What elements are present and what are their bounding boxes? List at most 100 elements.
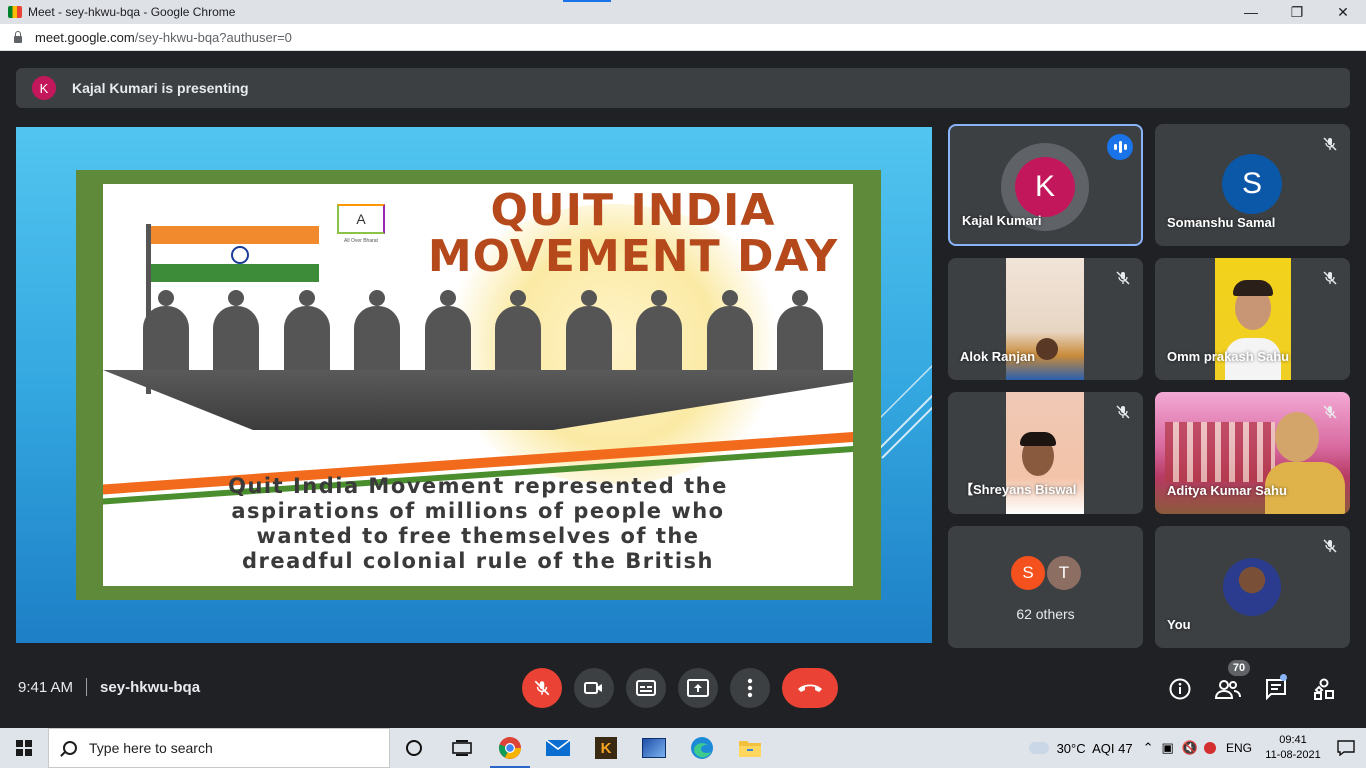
address-bar[interactable]: meet.google.com/sey-hkwu-bqa?authuser=0 bbox=[0, 24, 1366, 51]
slide-content: A All Over Bharat QUIT INDIA MOVEMENT DA… bbox=[103, 184, 853, 586]
participant-name: Somanshu Samal bbox=[1167, 215, 1276, 230]
avatar: S bbox=[1222, 154, 1282, 214]
chat-icon bbox=[1266, 679, 1286, 700]
participant-name: 【Shreyans Biswal bbox=[960, 482, 1077, 497]
leave-call-button[interactable] bbox=[782, 668, 838, 708]
activities-button[interactable] bbox=[1311, 676, 1337, 702]
taskbar-app-k[interactable]: K bbox=[582, 728, 630, 768]
meeting-details-button[interactable] bbox=[1167, 676, 1193, 702]
separator bbox=[86, 678, 88, 696]
weather-widget[interactable]: 30°C AQI 47 bbox=[1057, 741, 1133, 756]
quote-line-1: Quit India Movement represented the bbox=[228, 474, 728, 498]
speaking-indicator-icon bbox=[1107, 134, 1133, 160]
folder-icon bbox=[739, 741, 761, 757]
present-now-button[interactable] bbox=[678, 668, 718, 708]
participant-tile-shreyans-biswal[interactable]: 【Shreyans Biswal bbox=[948, 392, 1143, 514]
close-window-button[interactable]: ✕ bbox=[1320, 0, 1366, 24]
chrome-icon bbox=[499, 737, 521, 759]
mic-off-icon bbox=[1322, 136, 1338, 152]
slide-heading-line-1: QUIT INDIA bbox=[490, 185, 776, 236]
others-avatar-s: S bbox=[1009, 554, 1047, 592]
tab-accent bbox=[563, 0, 611, 2]
captions-button[interactable] bbox=[626, 668, 666, 708]
taskbar-clock[interactable]: 09:41 11-08-2021 bbox=[1260, 733, 1326, 763]
antivirus-tray-icon[interactable] bbox=[1203, 742, 1216, 754]
participant-tile-you[interactable]: You bbox=[1155, 526, 1350, 648]
participant-tile-alok-ranjan[interactable]: Alok Ranjan bbox=[948, 258, 1143, 380]
participant-name: Aditya Kumar Sahu bbox=[1167, 483, 1287, 498]
quote-line-3: wanted to free themselves of the bbox=[256, 524, 700, 548]
taskbar-search-placeholder: Type here to search bbox=[89, 740, 213, 756]
network-icon[interactable]: ▣ bbox=[1162, 740, 1174, 756]
slide-heading-line-2: MOVEMENT DAY bbox=[427, 231, 839, 282]
captions-icon bbox=[636, 680, 656, 696]
mic-off-icon bbox=[534, 680, 550, 696]
volume-muted-icon[interactable]: 🔇 bbox=[1182, 740, 1198, 756]
participant-tile-others[interactable]: S T 62 others bbox=[948, 526, 1143, 648]
participant-name: Omm prakash Sahu bbox=[1167, 349, 1290, 364]
india-flag bbox=[151, 226, 319, 282]
others-avatar-t: T bbox=[1045, 554, 1083, 592]
meeting-code: sey-hkwu-bqa bbox=[100, 678, 201, 696]
lock-icon[interactable] bbox=[13, 31, 23, 43]
more-options-button[interactable] bbox=[730, 668, 770, 708]
slide-heading: QUIT INDIA MOVEMENT DAY bbox=[413, 188, 853, 280]
mic-off-icon bbox=[1322, 538, 1338, 554]
meeting-time: 9:41 AM bbox=[18, 678, 74, 696]
hang-up-icon bbox=[798, 684, 822, 692]
presenting-text: Kajal Kumari is presenting bbox=[72, 80, 249, 96]
chat-notification-dot bbox=[1280, 674, 1287, 681]
clock-time: 09:41 bbox=[1279, 734, 1307, 746]
participant-tile-kajal-kumari[interactable]: K Kajal Kumari bbox=[948, 124, 1143, 246]
cortana-button[interactable] bbox=[390, 728, 438, 768]
participant-name: Alok Ranjan bbox=[960, 349, 1036, 364]
activities-icon bbox=[1314, 678, 1334, 700]
taskbar-file-explorer[interactable] bbox=[726, 728, 774, 768]
participant-tile-somanshu-samal[interactable]: S Somanshu Samal bbox=[1155, 124, 1350, 246]
edge-icon bbox=[691, 737, 713, 759]
start-button[interactable] bbox=[0, 728, 48, 768]
slide-decoration-lines bbox=[876, 364, 932, 459]
camera-icon bbox=[584, 682, 602, 694]
self-avatar-photo bbox=[1223, 558, 1281, 616]
people-icon bbox=[1215, 680, 1241, 699]
freedom-fighters-illustration bbox=[143, 290, 823, 376]
participant-tile-omm-prakash-sahu[interactable]: Omm prakash Sahu bbox=[1155, 258, 1350, 380]
notifications-icon[interactable] bbox=[1326, 740, 1366, 756]
presenter-avatar: K bbox=[32, 76, 56, 100]
presentation-screen[interactable]: A All Over Bharat QUIT INDIA MOVEMENT DA… bbox=[16, 127, 932, 643]
app-k-icon: K bbox=[595, 737, 617, 759]
url-host: meet.google.com bbox=[35, 29, 135, 45]
restore-button[interactable]: ❐ bbox=[1274, 0, 1320, 24]
mic-off-icon bbox=[1322, 404, 1338, 420]
info-icon bbox=[1169, 678, 1191, 700]
presenting-banner: K Kajal Kumari is presenting bbox=[16, 68, 1350, 108]
people-button[interactable] bbox=[1215, 676, 1241, 702]
language-indicator[interactable]: ENG bbox=[1226, 741, 1252, 755]
minimize-button[interactable]: — bbox=[1228, 0, 1274, 24]
quote-line-4: dreadful colonial rule of the British bbox=[242, 549, 714, 573]
mic-off-icon bbox=[1115, 270, 1131, 286]
slide-frame: A All Over Bharat QUIT INDIA MOVEMENT DA… bbox=[76, 170, 881, 600]
mic-off-icon bbox=[1115, 404, 1131, 420]
camera-toggle-button[interactable] bbox=[574, 668, 614, 708]
taskbar-search-box[interactable]: Type here to search bbox=[48, 728, 390, 768]
mic-off-icon bbox=[1322, 270, 1338, 286]
present-screen-icon bbox=[687, 679, 709, 697]
windows-logo-icon bbox=[16, 740, 32, 756]
meet-stage: K Kajal Kumari is presenting A All Over … bbox=[0, 52, 1366, 728]
cortana-icon bbox=[406, 740, 422, 756]
microphone-toggle-button[interactable] bbox=[522, 668, 562, 708]
meeting-info: 9:41 AM sey-hkwu-bqa bbox=[18, 678, 200, 696]
task-view-button[interactable] bbox=[438, 728, 486, 768]
weather-icon bbox=[1028, 742, 1049, 754]
task-view-icon bbox=[452, 740, 472, 756]
quote-line-2: aspirations of millions of people who bbox=[231, 499, 725, 523]
taskbar-app-media[interactable] bbox=[630, 728, 678, 768]
taskbar-chrome[interactable] bbox=[486, 728, 534, 768]
taskbar-edge[interactable] bbox=[678, 728, 726, 768]
show-hidden-icons-chevron-icon[interactable]: ⌃ bbox=[1143, 740, 1154, 756]
taskbar-mail[interactable] bbox=[534, 728, 582, 768]
participant-tile-aditya-kumar-sahu[interactable]: Aditya Kumar Sahu bbox=[1155, 392, 1350, 514]
search-icon bbox=[63, 741, 77, 755]
